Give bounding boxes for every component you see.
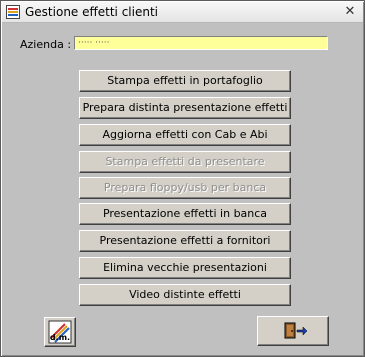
exit-door-icon [284, 322, 308, 339]
close-button[interactable]: ✕ [340, 4, 360, 20]
azienda-label: Azienda : [20, 38, 72, 51]
presentazione-fornitori-button[interactable]: Presentazione effetti a fornitori [79, 230, 291, 252]
stampa-portafoglio-button[interactable]: Stampa effetti in portafoglio [79, 70, 291, 92]
dialog-window: Gestione effetti clienti ✕ Azienda : ···… [0, 0, 365, 357]
video-distinte-button[interactable]: Video distinte effetti [79, 284, 291, 306]
exit-button[interactable] [257, 316, 329, 346]
dm-logo-button[interactable]: d.m. [44, 317, 76, 347]
prepara-floppy-button[interactable]: Prepara floppy/usb per banca [79, 177, 291, 199]
svg-text:d.m.: d.m. [50, 333, 70, 342]
stampa-da-presentare-button[interactable]: Stampa effetti da presentare [79, 151, 291, 173]
presentazione-banca-button[interactable]: Presentazione effetti in banca [79, 203, 291, 225]
elimina-presentazioni-button[interactable]: Elimina vecchie presentazioni [79, 257, 291, 279]
app-icon [6, 5, 20, 19]
aggiorna-cab-abi-button[interactable]: Aggiorna effetti con Cab e Abi [79, 124, 291, 146]
dm-logo-icon: d.m. [48, 320, 72, 344]
close-icon: ✕ [344, 4, 356, 19]
azienda-field[interactable]: ····· ····· [74, 36, 328, 50]
prepara-distinta-button[interactable]: Prepara distinta presentazione effetti [79, 97, 291, 119]
window-title: Gestione effetti clienti [25, 5, 159, 19]
title-bar[interactable]: Gestione effetti clienti ✕ [2, 2, 363, 23]
